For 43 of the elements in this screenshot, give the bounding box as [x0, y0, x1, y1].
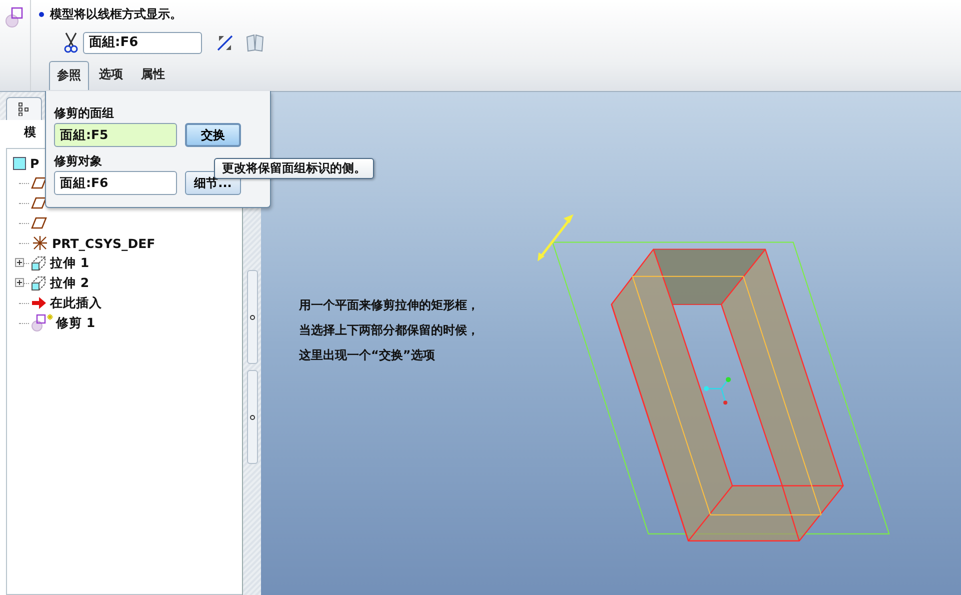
collector-label: 修剪对象	[54, 153, 102, 170]
datum-plane-icon	[31, 197, 47, 209]
part-icon	[13, 156, 26, 170]
dashboard-tab[interactable]: 属性	[133, 61, 173, 90]
datum-plane-icon	[31, 177, 47, 189]
collector-label: 修剪的面组	[54, 105, 114, 122]
model-tree-title: 模	[24, 124, 36, 141]
message-bullet-icon	[39, 12, 44, 16]
trim-feature-icon	[4, 6, 24, 28]
status-message: 模型将以线框方式显示。	[50, 6, 182, 22]
annotation-text: 当选择上下两部分都保留的时候，	[299, 322, 479, 338]
tree-item[interactable]: 拉伸 1	[50, 254, 90, 272]
tree-icon	[18, 102, 30, 116]
panel-button[interactable]: 交换	[185, 123, 241, 147]
annotation-text: 这里出现一个“交换”选项	[299, 347, 435, 363]
surface-collector-field[interactable]: 面組:F5	[54, 123, 177, 147]
direction-arrow-icon	[538, 214, 574, 262]
extrude-icon	[31, 255, 47, 271]
annotation-text: 用一个平面来修剪拉伸的矩形框，	[299, 297, 479, 313]
flip-direction-icon[interactable]	[216, 34, 234, 52]
surface-collector-field[interactable]: 面組:F6	[83, 32, 202, 54]
tree-item[interactable]: PRT_CSYS_DEF	[52, 236, 156, 250]
expand-toggle[interactable]	[15, 278, 24, 287]
panel-handle[interactable]	[246, 270, 258, 364]
extrude-icon	[31, 275, 47, 291]
tree-item[interactable]: 拉伸 2	[50, 274, 90, 292]
model-tree-tab[interactable]	[6, 97, 42, 120]
tooltip: 更改将保留面组标识的侧。	[214, 158, 374, 179]
expand-toggle[interactable]	[15, 258, 24, 267]
tree-item[interactable]: P	[30, 156, 40, 170]
axis-triad-icon	[704, 377, 731, 405]
scissors-icon[interactable]	[63, 32, 79, 54]
trim-feature-icon	[31, 314, 53, 332]
tree-item[interactable]: 在此插入	[50, 294, 102, 312]
surface-collector-field[interactable]: 面組:F6	[54, 171, 177, 195]
book-icon[interactable]	[246, 34, 264, 52]
insert-arrow-icon	[31, 296, 47, 310]
dashboard-tab[interactable]: 参照	[49, 61, 89, 90]
panel-handle[interactable]	[246, 370, 258, 464]
datum-plane-icon	[31, 217, 47, 229]
dashboard-tab[interactable]: 选项	[91, 61, 131, 90]
tree-item[interactable]: 修剪 1	[56, 314, 96, 332]
coordinate-system-icon	[31, 235, 49, 251]
